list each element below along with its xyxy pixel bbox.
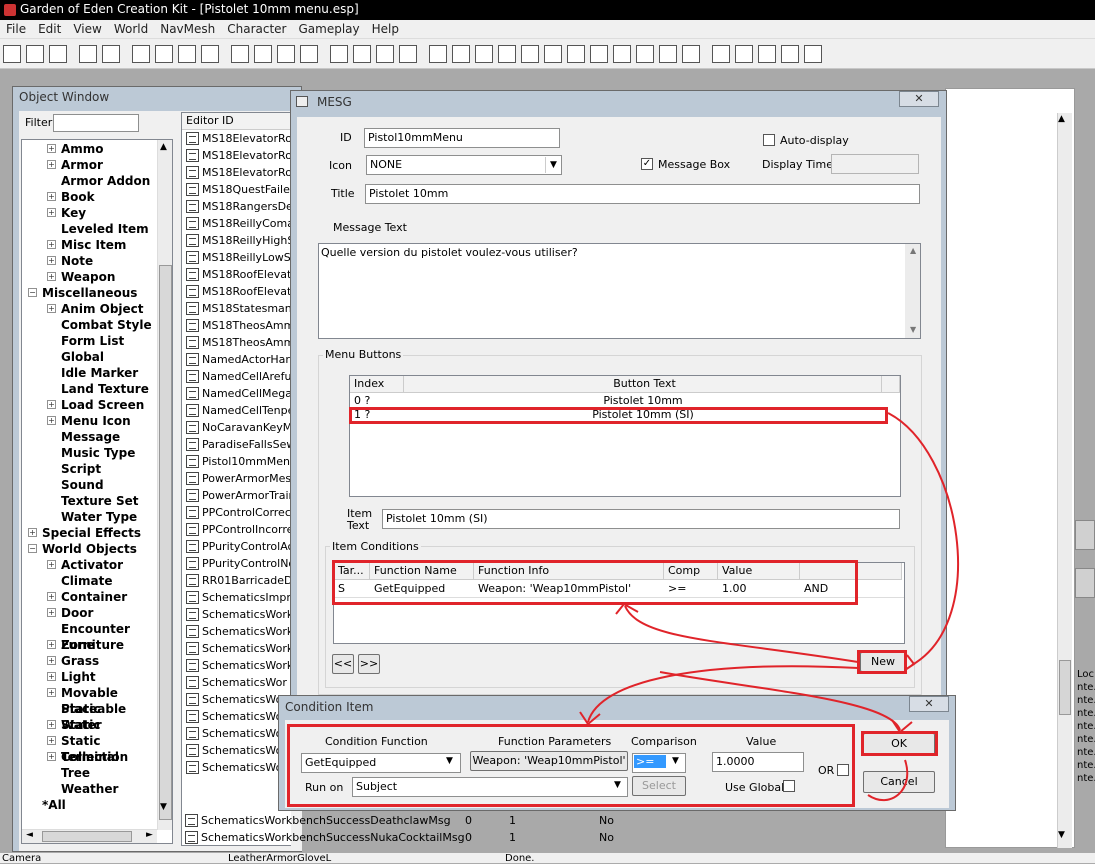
annotation-arrows <box>579 412 960 801</box>
arrowhead-icon <box>904 654 916 671</box>
arrow-row-to-new <box>887 412 960 666</box>
arrow-ok-loop <box>867 759 909 801</box>
arrow-new-to-fields <box>587 665 859 723</box>
arrow-to-ok <box>659 671 901 731</box>
arrow-new-to-condition <box>624 605 859 663</box>
